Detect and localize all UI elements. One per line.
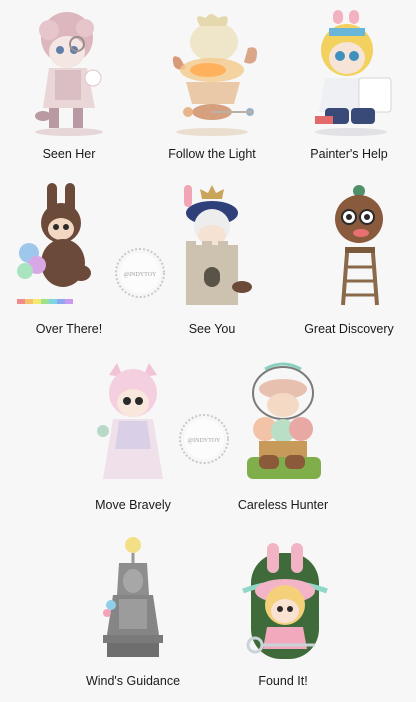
figure-label: Wind's Guidance	[85, 674, 181, 688]
figure-grid: Seen Her Follow the Light Painter's Help…	[0, 0, 416, 702]
pink-haired-doll-figure-icon	[35, 12, 103, 136]
figure-label: See You	[188, 322, 236, 336]
figure-label: Found It!	[258, 674, 308, 688]
figure-card-follow-the-light[interactable]: Follow the Light	[143, 8, 281, 162]
figure-card-great-discovery[interactable]: Great Discovery	[280, 183, 416, 337]
figure-card-found-it[interactable]: Found It!	[214, 535, 352, 689]
figure-card-see-you[interactable]: See You	[143, 183, 281, 337]
figure-label: Seen Her	[42, 147, 96, 161]
figure-label: Great Discovery	[304, 322, 394, 336]
figure-label: Careless Hunter	[237, 498, 329, 512]
bunny-balloon-figure-icon	[17, 183, 91, 304]
figure-card-seen-her[interactable]: Seen Her	[0, 8, 138, 162]
blonde-painter-figure-icon	[315, 10, 392, 136]
bunny-hat-key-figure-icon	[242, 543, 328, 659]
figure-label: Move Bravely	[95, 498, 171, 512]
figure-card-painters-help[interactable]: Painter's Help	[280, 8, 416, 162]
figure-label: Follow the Light	[168, 147, 256, 161]
castle-tower-figure-icon	[184, 185, 252, 305]
mushroom-hunter-figure-icon	[247, 362, 321, 479]
figure-label: Painter's Help	[310, 147, 388, 161]
figure-label: Over There!	[35, 322, 103, 336]
flame-creature-figure-icon	[172, 14, 257, 136]
figure-card-winds-guidance[interactable]: Wind's Guidance	[64, 535, 202, 689]
ladder-figure-icon	[335, 185, 383, 306]
figure-card-careless-hunter[interactable]: Careless Hunter	[214, 359, 352, 513]
stone-statue-figure-icon	[103, 537, 163, 657]
cat-eared-girl-figure-icon	[97, 363, 163, 479]
